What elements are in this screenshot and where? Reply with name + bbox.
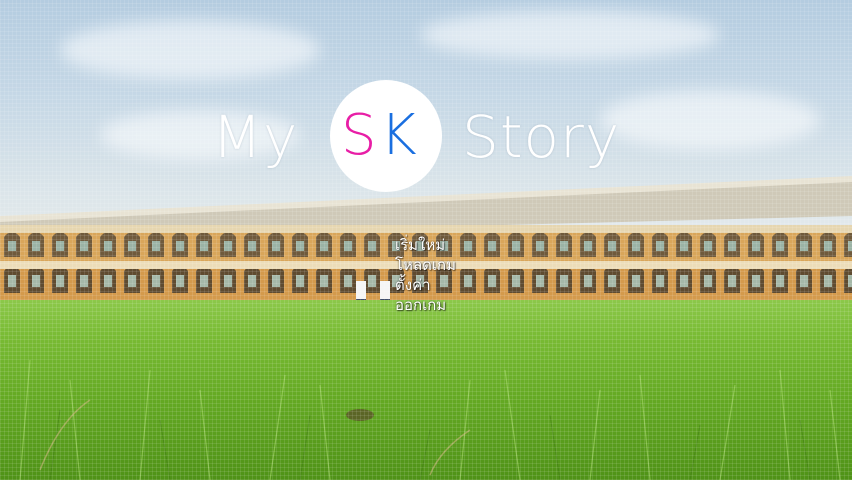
title-word-story: Story (462, 103, 621, 171)
menu-item-quit[interactable]: ออกเกม (395, 295, 485, 315)
menu-item-load-game[interactable]: โหลดเกม (395, 255, 485, 275)
logo-letter-k: K (380, 103, 417, 168)
menu-item-new-game[interactable]: เริ่มใหม่ (395, 235, 485, 255)
logo-letter-s: S (341, 103, 377, 168)
main-menu: เริ่มใหม่ โหลดเกม ตั้งค่า ออกเกม (395, 235, 485, 315)
grass-blades (19, 359, 841, 480)
menu-item-settings[interactable]: ตั้งค่า (395, 275, 485, 295)
title-screen: My S K Story เริ่มใหม่ โหลดเกม ตั้งค่า อ… (0, 0, 852, 480)
title-word-my: My (212, 103, 299, 171)
